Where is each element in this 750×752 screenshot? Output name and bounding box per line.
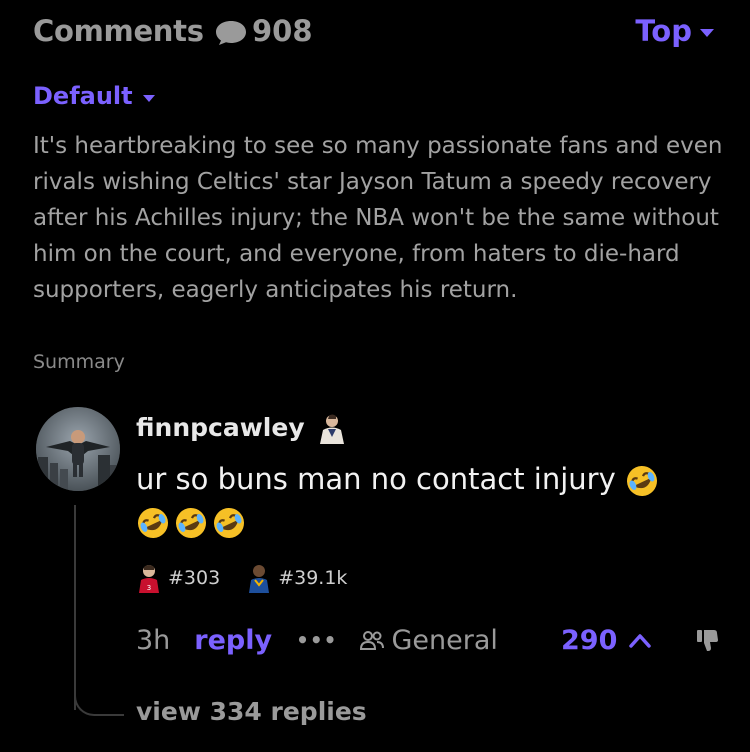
rofl-emoji-icon	[214, 508, 244, 538]
comment-actions: 3h reply ••• General 290	[136, 618, 721, 662]
rofl-emoji-icon	[626, 466, 657, 496]
chevron-down-icon	[700, 29, 714, 37]
upvote-button[interactable]: 290	[561, 624, 652, 656]
channel-label: General	[391, 624, 498, 656]
comment-text: ur so buns man no contact injury	[136, 462, 616, 496]
speech-bubble-icon	[216, 21, 246, 45]
vote-count: 290	[561, 624, 618, 656]
player-badge-red-icon: 3	[139, 565, 159, 593]
summary-label: Summary	[33, 351, 125, 373]
username: finnpcawley	[136, 412, 305, 442]
comment-body: ur so buns man no contact injury	[136, 458, 716, 542]
badge-item[interactable]: #39.1k	[246, 563, 347, 593]
thread-line	[74, 505, 76, 710]
thumbs-down-icon[interactable]	[695, 627, 721, 653]
user-flair-icon	[319, 414, 344, 444]
rofl-emoji-icon	[176, 508, 206, 538]
rofl-emoji-icon	[138, 508, 168, 538]
people-icon	[360, 631, 385, 650]
sort-dropdown[interactable]: Top	[635, 14, 714, 48]
sort-label: Top	[635, 14, 692, 48]
summary-filter-label: Default	[33, 82, 133, 110]
avatar[interactable]	[36, 407, 120, 491]
view-replies-button[interactable]: view 334 replies	[136, 697, 367, 726]
comments-title: Comments	[33, 14, 204, 48]
summary-filter-dropdown[interactable]: Default	[33, 82, 155, 110]
player-badge-blue-icon	[249, 565, 270, 593]
avatar-image	[36, 407, 120, 491]
more-options-button[interactable]: •••	[296, 628, 337, 652]
badge-item[interactable]: 3 #303	[136, 563, 220, 593]
chevron-up-icon	[629, 634, 652, 648]
channel-tag[interactable]: General	[359, 624, 498, 656]
reply-button[interactable]: reply	[194, 625, 272, 656]
user-badges: 3 #303 #39.1k	[136, 563, 373, 593]
comment-author[interactable]: finnpcawley	[136, 410, 349, 444]
chevron-down-icon	[142, 94, 155, 102]
thread-connector	[74, 690, 124, 716]
badge-label: #303	[168, 567, 221, 589]
comment-count: 908	[252, 14, 313, 48]
svg-text:3: 3	[147, 584, 151, 592]
summary-text: It's heartbreaking to see so many passio…	[33, 133, 723, 303]
badge-label: #39.1k	[278, 567, 348, 589]
comment-timestamp: 3h	[136, 624, 171, 656]
